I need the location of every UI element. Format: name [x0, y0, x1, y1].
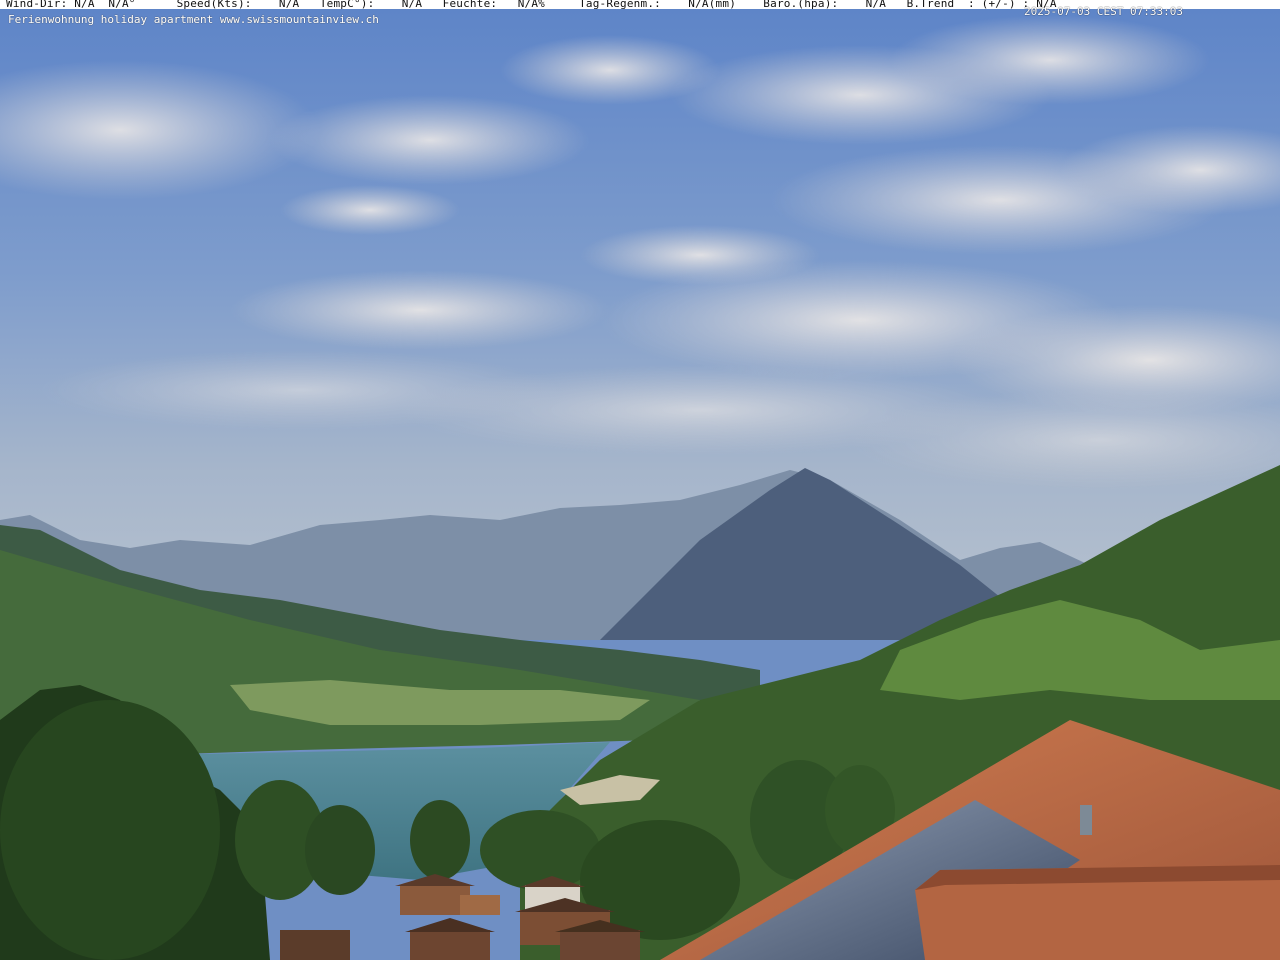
weather-readout: Wind-Dir: N/A N/A° Speed(Kts): N/A TempC…	[6, 0, 1057, 10]
timestamp: 2025-07-03 CEST 07:33:03	[1024, 5, 1183, 18]
webcam-landscape	[0, 0, 1280, 960]
webcam-caption: Ferienwohnung holiday apartment www.swis…	[8, 13, 379, 26]
